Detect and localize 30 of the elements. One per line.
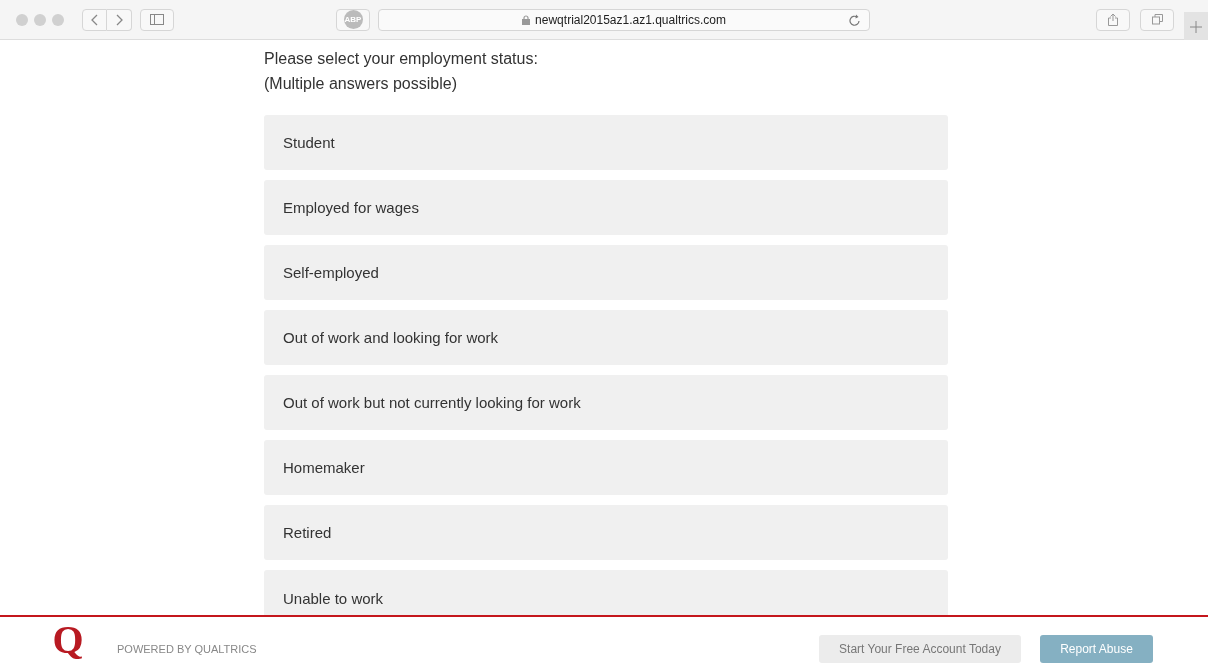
answer-option[interactable]: Self-employed <box>264 245 948 300</box>
forward-button[interactable] <box>107 8 132 31</box>
share-icon <box>1108 13 1118 26</box>
answer-option[interactable]: Homemaker <box>264 440 948 495</box>
close-window-icon[interactable] <box>16 13 28 26</box>
sidebar-icon <box>150 14 164 25</box>
tabs-icon <box>1151 14 1163 25</box>
address-bar[interactable]: newqtrial2015az1.az1.qualtrics.com <box>378 8 870 31</box>
logo: Q <box>52 617 84 664</box>
tabs-button[interactable] <box>1140 8 1174 31</box>
answer-option[interactable]: Employed for wages <box>264 180 948 235</box>
start-account-button[interactable]: Start Your Free Account Today <box>819 634 1021 663</box>
chevron-left-icon <box>90 13 99 26</box>
answer-option[interactable]: Out of work and looking for work <box>264 310 948 365</box>
lock-icon <box>522 14 531 25</box>
share-button[interactable] <box>1096 8 1130 31</box>
answer-option[interactable]: Unable to work <box>264 570 948 618</box>
sidebar-button[interactable] <box>140 8 174 31</box>
question-text: Please select your employment status: <box>264 49 539 69</box>
minimize-window-icon[interactable] <box>34 13 46 26</box>
reload-icon[interactable] <box>849 13 861 27</box>
powered-by-text: POWERED BY QUALTRICS <box>117 642 257 655</box>
question-note: (Multiple answers possible) <box>264 74 458 94</box>
chevron-right-icon <box>115 13 123 26</box>
answer-option[interactable]: Retired <box>264 505 948 560</box>
url-text: newqtrial2015az1.az1.qualtrics.com <box>535 12 726 27</box>
answer-option[interactable]: Student <box>264 115 948 170</box>
answer-option[interactable]: Out of work but not currently looking for work <box>264 375 948 430</box>
zoom-window-icon[interactable] <box>52 13 64 26</box>
back-button[interactable] <box>82 8 107 31</box>
